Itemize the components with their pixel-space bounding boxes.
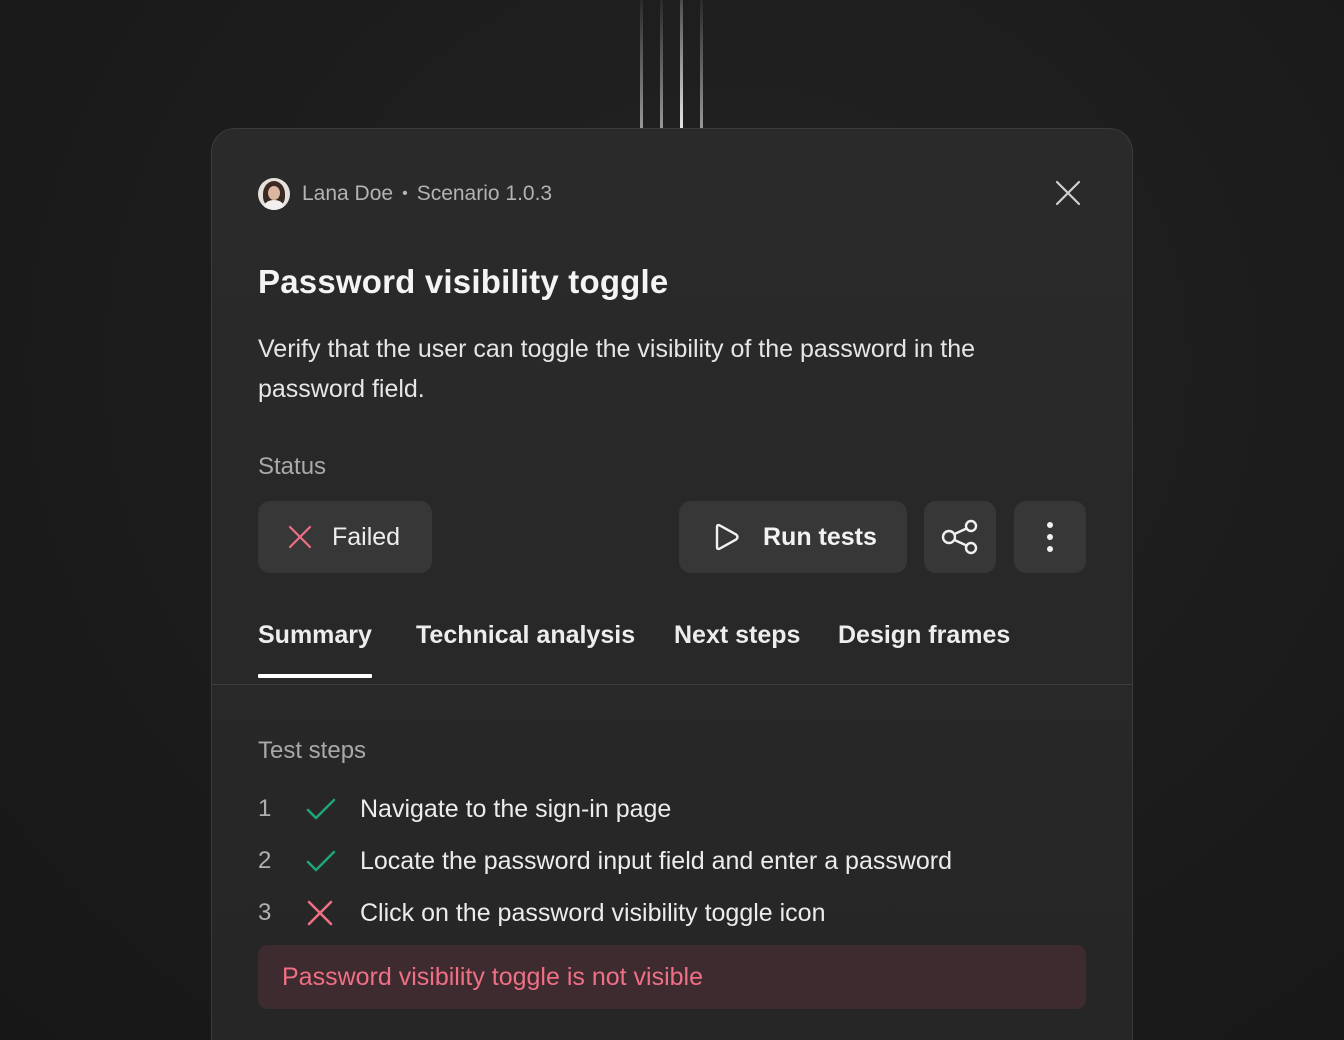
test-step: 2 Locate the password input field and en… bbox=[258, 843, 952, 879]
tab-next-steps[interactable]: Next steps bbox=[674, 621, 800, 650]
status-label: Status bbox=[258, 453, 327, 480]
page: Lana Doe • Scenario 1.0.3 Password visib… bbox=[0, 0, 1344, 1040]
step-number: 2 bbox=[258, 847, 272, 874]
step-text: Navigate to the sign-in page bbox=[360, 794, 672, 823]
step-number: 3 bbox=[258, 899, 272, 926]
scenario-version: Scenario 1.0.3 bbox=[416, 182, 553, 205]
scenario-description: Verify that the user can toggle the visi… bbox=[258, 335, 976, 403]
step-text: Locate the password input field and ente… bbox=[360, 846, 953, 875]
status-value: Failed bbox=[332, 522, 401, 551]
test-step: 1 Navigate to the sign-in page bbox=[258, 791, 671, 827]
error-text: Password visibility toggle is not visibl… bbox=[282, 962, 704, 991]
author-name: Lana Doe bbox=[302, 182, 394, 205]
check-icon bbox=[306, 797, 360, 821]
close-icon bbox=[1055, 180, 1081, 206]
play-icon bbox=[711, 522, 741, 552]
meta-separator: • bbox=[402, 185, 408, 202]
tab-summary[interactable]: Summary bbox=[258, 621, 372, 678]
share-button[interactable] bbox=[924, 501, 996, 573]
run-tests-button[interactable]: Run tests bbox=[679, 501, 907, 573]
check-icon bbox=[306, 849, 360, 873]
failed-x-icon bbox=[288, 525, 312, 549]
step-text: Click on the password visibility toggle … bbox=[360, 898, 826, 927]
step-number: 1 bbox=[258, 795, 272, 822]
run-tests-label: Run tests bbox=[763, 522, 877, 551]
tab-technical-analysis[interactable]: Technical analysis bbox=[416, 621, 635, 650]
more-options-button[interactable] bbox=[1014, 501, 1086, 573]
share-icon bbox=[941, 519, 978, 555]
error-message: Password visibility toggle is not visibl… bbox=[258, 945, 1086, 1009]
close-button[interactable] bbox=[1050, 175, 1086, 211]
fail-x-icon bbox=[306, 899, 360, 927]
more-vertical-icon bbox=[1047, 522, 1053, 552]
decorative-lines bbox=[636, 0, 708, 130]
scenario-meta: Lana Doe • Scenario 1.0.3 bbox=[258, 177, 552, 211]
test-steps-label: Test steps bbox=[258, 737, 367, 764]
tab-bar: Summary Technical analysis Next steps De… bbox=[212, 599, 1132, 685]
avatar bbox=[258, 178, 290, 210]
test-step: 3 Click on the password visibility toggl… bbox=[258, 895, 826, 931]
status-badge[interactable]: Failed bbox=[258, 501, 432, 573]
page-title: Password visibility toggle bbox=[258, 263, 669, 300]
tab-design-frames[interactable]: Design frames bbox=[838, 621, 1010, 650]
scenario-card: Lana Doe • Scenario 1.0.3 Password visib… bbox=[211, 128, 1133, 1040]
